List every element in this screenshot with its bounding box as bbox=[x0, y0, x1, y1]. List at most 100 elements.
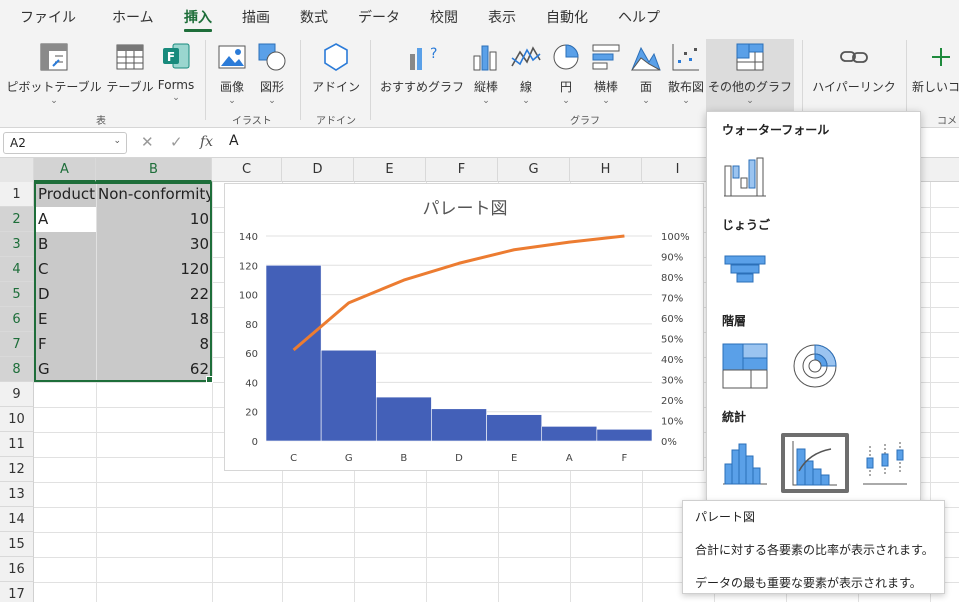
row-header[interactable]: 6 bbox=[0, 307, 34, 332]
column-header-a[interactable]: A bbox=[34, 158, 96, 182]
value-cell[interactable]: 18 bbox=[97, 307, 212, 332]
forms-button[interactable]: F Forms ⌄ bbox=[156, 40, 196, 103]
x-tick-label: G bbox=[345, 453, 353, 464]
value-cell[interactable]: 62 bbox=[97, 357, 212, 382]
row-header[interactable]: 2 bbox=[0, 207, 34, 232]
header-cell-product[interactable]: Product bbox=[35, 182, 96, 207]
sunburst-chart-option[interactable] bbox=[791, 342, 845, 396]
link-icon bbox=[840, 51, 868, 63]
tab-file[interactable]: ファイル bbox=[20, 7, 76, 27]
tab-draw[interactable]: 描画 bbox=[242, 7, 270, 27]
image-button[interactable]: 画像 ⌄ bbox=[212, 40, 252, 106]
cancel-icon[interactable]: ✕ bbox=[141, 133, 154, 151]
hyperlink-button[interactable]: ハイパーリンク bbox=[808, 40, 900, 95]
row-header[interactable]: 9 bbox=[0, 382, 34, 407]
pivot-table-button[interactable]: ピボットテーブル ⌄ bbox=[4, 40, 104, 106]
cumulative-line bbox=[292, 234, 625, 352]
value-cell[interactable]: 8 bbox=[97, 332, 212, 357]
product-cell[interactable]: B bbox=[35, 232, 96, 257]
column-header-d[interactable]: D bbox=[282, 158, 354, 182]
row-header[interactable]: 15 bbox=[0, 532, 34, 557]
value-cell[interactable]: 120 bbox=[97, 257, 212, 282]
treemap-chart-option[interactable] bbox=[721, 342, 775, 396]
row-header[interactable]: 11 bbox=[0, 432, 34, 457]
function-icon[interactable]: fx bbox=[200, 134, 213, 150]
tab-help[interactable]: ヘルプ bbox=[618, 7, 660, 27]
bar-chart-button[interactable]: 横棒 ⌄ bbox=[586, 40, 626, 106]
column-header-e[interactable]: E bbox=[354, 158, 426, 182]
row-header[interactable]: 1 bbox=[0, 182, 34, 207]
shapes-icon bbox=[258, 43, 286, 71]
pareto-chart-option[interactable] bbox=[781, 433, 849, 493]
fill-handle[interactable] bbox=[206, 376, 213, 383]
pie-chart-button[interactable]: 円 ⌄ bbox=[546, 40, 586, 106]
forms-icon: F bbox=[163, 43, 190, 69]
line-chart-button[interactable]: 線 ⌄ bbox=[506, 40, 546, 106]
addin-icon bbox=[324, 43, 348, 71]
y-tick-label: 20 bbox=[245, 408, 258, 419]
pareto-chart[interactable]: パレート図 0 20 40 60 80 100 120 140 0% 10% 20% 30% 40% 50… bbox=[224, 183, 704, 471]
histogram-chart-option[interactable] bbox=[721, 438, 775, 492]
table-button[interactable]: テーブル bbox=[104, 40, 156, 95]
addin-button[interactable]: アドイン bbox=[306, 40, 366, 95]
tab-automate[interactable]: 自動化 bbox=[546, 7, 588, 27]
row-header[interactable]: 13 bbox=[0, 482, 34, 507]
formula-input[interactable]: A bbox=[229, 133, 239, 149]
row-header[interactable]: 5 bbox=[0, 282, 34, 307]
y2-tick-label: 80% bbox=[661, 273, 683, 284]
tab-formulas[interactable]: 数式 bbox=[300, 7, 328, 27]
scatter-chart-button[interactable]: 散布図 ⌄ bbox=[666, 40, 706, 106]
recommended-charts-button[interactable]: ? おすすめグラフ bbox=[376, 40, 468, 95]
row-header[interactable]: 14 bbox=[0, 507, 34, 532]
column-header-f[interactable]: F bbox=[426, 158, 498, 182]
table-icon bbox=[116, 44, 144, 70]
product-cell[interactable]: C bbox=[35, 257, 96, 282]
name-box[interactable]: A2 ⌄ bbox=[3, 132, 127, 154]
shapes-button[interactable]: 図形 ⌄ bbox=[252, 40, 292, 106]
confirm-icon[interactable]: ✓ bbox=[170, 133, 183, 151]
y2-tick-label: 10% bbox=[661, 417, 683, 428]
column-header-i[interactable]: I bbox=[642, 158, 714, 182]
product-cell[interactable]: A bbox=[35, 207, 96, 232]
row-header[interactable]: 8 bbox=[0, 357, 34, 382]
column-header-h[interactable]: H bbox=[570, 158, 642, 182]
row-header[interactable]: 17 bbox=[0, 582, 34, 602]
row-header[interactable]: 10 bbox=[0, 407, 34, 432]
select-all-button[interactable] bbox=[0, 158, 34, 182]
chevron-down-icon: ⌄ bbox=[50, 96, 58, 106]
row-header[interactable]: 16 bbox=[0, 557, 34, 582]
header-cell-nonconformity[interactable]: Non-conformity bbox=[97, 182, 212, 207]
row-header[interactable]: 3 bbox=[0, 232, 34, 257]
column-header-g[interactable]: G bbox=[498, 158, 570, 182]
row-header[interactable]: 4 bbox=[0, 257, 34, 282]
column-header-b[interactable]: B bbox=[96, 158, 212, 182]
area-chart-button[interactable]: 面 ⌄ bbox=[626, 40, 666, 106]
histogram-chart-icon bbox=[723, 443, 767, 485]
column-header-c[interactable]: C bbox=[212, 158, 282, 182]
tab-view[interactable]: 表示 bbox=[488, 7, 516, 27]
box-whisker-chart-option[interactable] bbox=[861, 438, 915, 492]
other-charts-button[interactable]: その他のグラフ ⌄ bbox=[706, 39, 794, 111]
row-header[interactable]: 12 bbox=[0, 457, 34, 482]
column-chart-button[interactable]: 縦棒 ⌄ bbox=[468, 40, 504, 106]
product-cell[interactable]: F bbox=[35, 332, 96, 357]
tab-data[interactable]: データ bbox=[358, 7, 400, 27]
product-cell[interactable]: D bbox=[35, 282, 96, 307]
y2-tick-label: 70% bbox=[661, 294, 683, 305]
new-comment-button[interactable]: 新しいコ bbox=[912, 40, 959, 95]
tab-review[interactable]: 校閲 bbox=[430, 7, 458, 27]
product-cell[interactable]: G bbox=[35, 357, 96, 382]
value-cell[interactable]: 22 bbox=[97, 282, 212, 307]
tab-home[interactable]: ホーム bbox=[112, 7, 154, 27]
y2-tick-label: 100% bbox=[661, 232, 690, 243]
row-header[interactable]: 7 bbox=[0, 332, 34, 357]
y2-tick-label: 20% bbox=[661, 396, 683, 407]
product-cell[interactable]: E bbox=[35, 307, 96, 332]
bar bbox=[320, 349, 377, 442]
tab-insert[interactable]: 挿入 bbox=[184, 7, 212, 27]
waterfall-chart-option[interactable] bbox=[721, 152, 775, 206]
funnel-chart-option[interactable] bbox=[721, 248, 775, 302]
value-cell[interactable]: 10 bbox=[97, 207, 212, 232]
pivot-table-icon bbox=[40, 43, 68, 71]
value-cell[interactable]: 30 bbox=[97, 232, 212, 257]
